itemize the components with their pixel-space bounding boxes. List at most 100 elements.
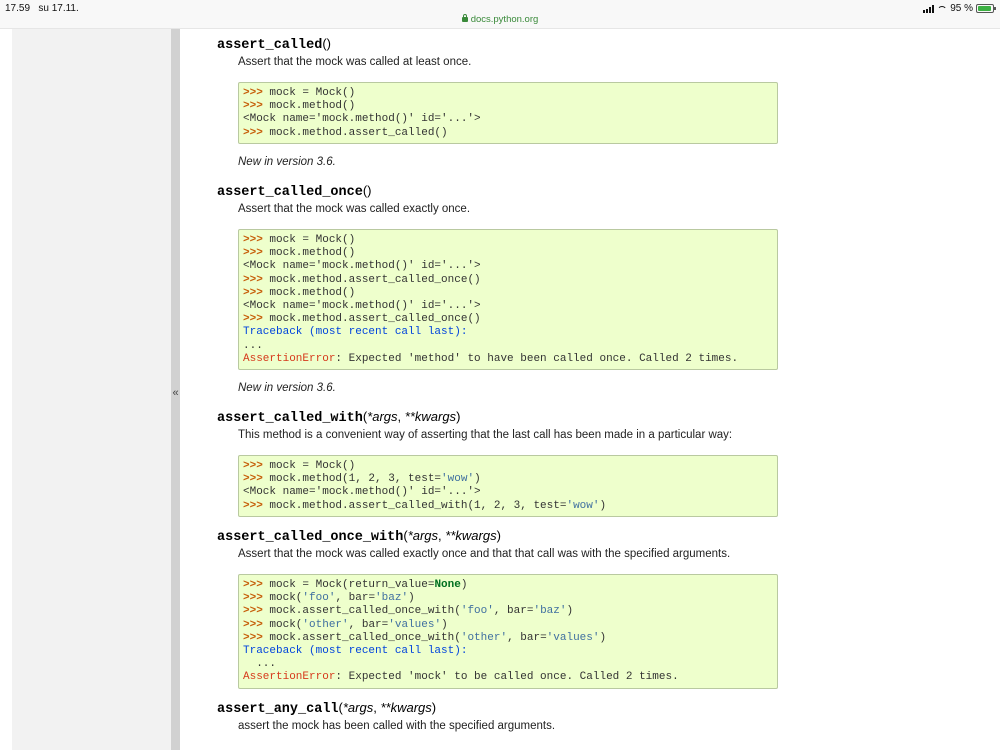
method-name: assert_called_once_with (217, 530, 404, 545)
collapse-chevron-icon: « (172, 387, 179, 399)
code-token: ) (599, 631, 607, 644)
code-line: >>> mock.method() (243, 287, 777, 300)
paren-close: ) (456, 409, 461, 424)
prompt-token: >>> (243, 631, 270, 644)
code-block[interactable]: >>> mock = Mock() >>> mock.method() <Mock … (238, 229, 778, 370)
code-token: ) (566, 605, 574, 618)
code-token: ... (243, 658, 277, 671)
code-token: 'values' (388, 618, 442, 631)
code-line: AssertionError: Expected 'method' to hav… (243, 353, 777, 366)
code-token: <Mock name='mock.method()' id='...'> (243, 260, 481, 273)
code-token: 'wow' (566, 499, 600, 512)
code-token: 'wow' (441, 473, 475, 486)
code-token: <Mock name='mock.method()' id='...'> (243, 299, 481, 312)
method-signature: assert_called_once_with(*args, **kwargs) (217, 528, 501, 545)
param-name: **kwargs (380, 700, 432, 715)
param-name: **kwargs (445, 528, 497, 543)
code-token: Traceback (most recent call last): (243, 326, 468, 339)
code-token: 'baz' (375, 592, 409, 605)
code-token: ) (474, 473, 481, 486)
code-token: <Mock name='mock.method()' id='...'> (243, 113, 481, 126)
prompt-token: >>> (243, 618, 270, 631)
param-name: *args (407, 528, 439, 543)
method-name: assert_any_call (217, 702, 339, 717)
code-token: mock.method() (269, 286, 356, 299)
code-token: 'foo' (302, 592, 336, 605)
method-params: *args, **kwargs (407, 528, 497, 543)
code-token: Traceback (most recent call last): (243, 644, 468, 657)
method-name: assert_called_once (217, 185, 363, 200)
address-bar[interactable]: docs.python.org (0, 14, 1000, 25)
code-block[interactable]: >>> mock = Mock() >>> mock.method() <Mock … (238, 82, 778, 144)
prompt-token: >>> (243, 579, 270, 591)
lock-icon (461, 14, 468, 22)
code-token: 'foo' (460, 605, 494, 618)
paren-close: ) (326, 36, 332, 51)
code-token: 'other' (460, 631, 508, 644)
method-description: Assert that the mock was called at least… (238, 56, 472, 68)
code-token: mock.assert_called_once_with( (269, 605, 461, 618)
paren-close: ) (431, 700, 437, 715)
code-token: , bar= (507, 631, 547, 644)
prompt-token: >>> (243, 87, 270, 99)
code-token: : Expected 'method' to have been called … (335, 352, 739, 365)
code-line: >>> mock('foo', bar='baz') (243, 592, 777, 605)
code-token: ) (460, 579, 468, 591)
code-line: >>> mock.assert_called_once_with('foo', … (243, 605, 777, 618)
method-signature: assert_any_call(*args, **kwargs) (217, 700, 436, 717)
left-gutter (12, 29, 171, 750)
method-description: assert the mock has been called with the… (238, 720, 556, 732)
code-token: mock.method.assert_called_with(1, 2, 3, … (269, 499, 567, 512)
code-line: <Mock name='mock.method()' id='...'> (243, 300, 777, 313)
param-name: **kwargs (404, 409, 457, 424)
code-line: Traceback (most recent call last): (243, 326, 777, 339)
version-note: New in version 3.6. (238, 382, 336, 394)
cellular-signal-icon (923, 4, 935, 13)
code-line: >>> mock = Mock() (243, 87, 777, 100)
code-token: AssertionError (243, 671, 336, 684)
code-line: >>> mock.assert_called_once_with('other'… (243, 632, 777, 645)
paren-close: ) (367, 183, 372, 198)
code-line: >>> mock.method() (243, 247, 777, 260)
code-block[interactable]: >>> mock = Mock() >>> mock.method(1, 2, 3… (238, 455, 778, 517)
method-name: assert_called_with (217, 411, 363, 426)
code-line: Traceback (most recent call last): (243, 645, 777, 658)
code-block[interactable]: >>> mock = Mock(return_value=None) >>> mo… (238, 574, 778, 689)
prompt-token: >>> (243, 592, 270, 605)
code-token: 'values' (546, 631, 600, 644)
method-name: assert_called (217, 38, 323, 53)
prompt-token: >>> (243, 499, 270, 512)
code-token: ) (408, 592, 415, 605)
prompt-token: >>> (243, 126, 270, 139)
method-description: Assert that the mock was called exactly … (238, 548, 731, 560)
prompt-token: >>> (243, 460, 270, 472)
code-token: mock.method(1, 2, 3, test= (269, 473, 442, 486)
sidebar-collapse-button[interactable]: « (171, 29, 180, 750)
battery-percent: 95 % (950, 3, 973, 14)
code-line: >>> mock.method(1, 2, 3, test='wow') (243, 473, 777, 486)
code-token: None (434, 579, 461, 591)
code-line: ... (243, 658, 777, 671)
battery-icon (976, 4, 996, 13)
code-token: , bar= (348, 618, 389, 631)
prompt-token: >>> (243, 273, 270, 286)
param-name: *args (342, 700, 374, 715)
code-line: >>> mock.method.assert_called_once() (243, 274, 777, 287)
version-note: New in version 3.6. (238, 156, 336, 168)
code-token: , bar= (493, 605, 534, 618)
code-token: <Mock name='mock.method()' id='...'> (243, 486, 481, 499)
code-line: <Mock name='mock.method()' id='...'> (243, 486, 777, 499)
prompt-token: >>> (243, 234, 270, 246)
wifi-icon (937, 5, 947, 13)
code-line: >>> mock('other', bar='values') (243, 619, 777, 632)
code-line: <Mock name='mock.method()' id='...'> (243, 260, 777, 273)
code-token: ... (243, 339, 263, 352)
method-signature: assert_called_with(*args, **kwargs) (217, 409, 460, 426)
code-token: mock.method.assert_called_once() (269, 273, 481, 286)
code-token: mock.method.assert_called_once() (269, 313, 481, 326)
prompt-token: >>> (243, 473, 270, 486)
code-token: mock.method() (269, 247, 356, 260)
code-token: 'baz' (533, 605, 567, 618)
code-token: AssertionError (243, 352, 336, 365)
code-token: mock.assert_called_once_with( (269, 631, 461, 644)
